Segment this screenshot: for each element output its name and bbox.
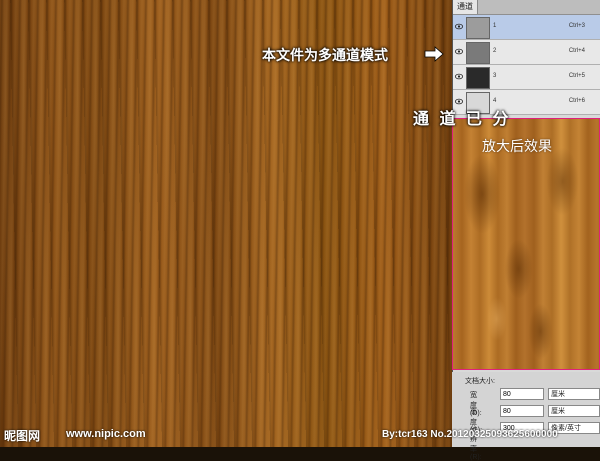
- wood-texture-canvas: [0, 0, 452, 447]
- width-unit-select[interactable]: 厘米: [548, 388, 600, 400]
- tab-channels[interactable]: 通道: [453, 0, 478, 14]
- channel-row-3[interactable]: 3 Ctrl+5: [453, 65, 600, 90]
- channel-name: 1: [493, 23, 497, 29]
- channel-thumbnail: [466, 17, 490, 39]
- document-size-title: 文档大小:: [465, 378, 495, 385]
- multichannel-annotation: 本文件为多通道模式: [262, 47, 388, 63]
- channel-shortcut: Ctrl+6: [568, 98, 585, 104]
- eye-icon[interactable]: [455, 48, 463, 55]
- width-input[interactable]: [500, 388, 544, 400]
- watermark-author: By:tcr163 No.20120325093625600000: [382, 429, 558, 440]
- watermark-logo: 昵图网: [4, 429, 41, 443]
- arrow-right-icon: [424, 46, 444, 62]
- channels-panel-header: 通道: [453, 0, 600, 15]
- channel-row-2[interactable]: 2 Ctrl+4: [453, 40, 600, 65]
- channel-name: 4: [493, 98, 497, 104]
- height-input[interactable]: [500, 405, 544, 417]
- channel-shortcut: Ctrl+3: [568, 23, 585, 29]
- channels-split-annotation: 通 道 已 分: [413, 111, 512, 128]
- channel-shortcut: Ctrl+4: [568, 48, 585, 54]
- channel-thumbnail: [466, 42, 490, 64]
- channel-thumbnail: [466, 67, 490, 89]
- channel-row-1[interactable]: 1 Ctrl+3: [453, 15, 600, 40]
- watermark-strip: 昵图网 www.nipic.com By:tcr163 No.201203250…: [0, 424, 600, 447]
- channel-name: 3: [493, 73, 497, 79]
- watermark-url: www.nipic.com: [66, 428, 146, 440]
- eye-icon[interactable]: [455, 73, 463, 80]
- height-unit-select[interactable]: 厘米: [548, 405, 600, 417]
- eye-icon[interactable]: [455, 98, 463, 105]
- channel-name: 2: [493, 48, 497, 54]
- zoom-effect-label: 放大后效果: [482, 138, 552, 154]
- eye-icon[interactable]: [455, 23, 463, 30]
- channel-shortcut: Ctrl+5: [568, 73, 585, 79]
